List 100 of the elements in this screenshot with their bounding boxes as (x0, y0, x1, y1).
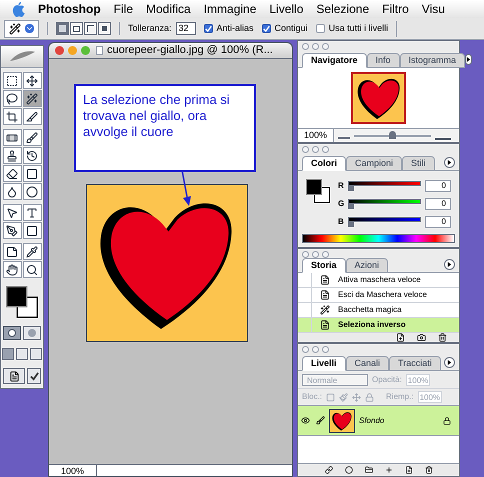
new-layer-icon[interactable] (404, 466, 412, 474)
square-icon (26, 168, 38, 180)
menu-item[interactable]: Photoshop (38, 0, 101, 18)
zoom-level: 100% (298, 128, 334, 142)
brush-icon (316, 416, 325, 425)
jump-to-button[interactable] (3, 368, 25, 384)
panel-tab[interactable]: Storia (302, 258, 346, 273)
menu-item[interactable]: Livello (269, 0, 304, 18)
zoom-tool-button[interactable] (22, 261, 42, 278)
channel-value-field[interactable]: 0 (425, 198, 451, 210)
tolerance-field[interactable]: 32 (176, 22, 196, 35)
crop-icon (6, 110, 18, 122)
panel-menu-icon[interactable] (444, 259, 455, 270)
checkbox[interactable]: Anti-alias (204, 22, 254, 36)
link-icon[interactable] (324, 466, 332, 474)
select-tool-button[interactable] (2, 204, 22, 221)
folder-icon[interactable] (364, 466, 372, 474)
menu-item[interactable]: Immagine (204, 0, 256, 18)
blur-tool-button[interactable] (2, 183, 22, 200)
window-title: cuorepeer-giallo.jpg @ 100% (R... (107, 43, 273, 58)
panel-tab[interactable]: Stili (402, 156, 435, 171)
checkbox[interactable]: Contigui (262, 22, 308, 36)
screen-mode-button[interactable] (16, 348, 28, 360)
color-swatch-drawing[interactable] (6, 286, 38, 318)
move-tool-button[interactable] (22, 72, 42, 89)
wand-tool-button[interactable] (22, 90, 42, 107)
panel-menu-icon[interactable] (465, 54, 472, 65)
new-document-icon[interactable] (396, 333, 405, 342)
channel-value-field[interactable]: 0 (425, 216, 451, 228)
screen-mode-button[interactable] (30, 348, 42, 360)
lock-label: Bloc.: (302, 391, 322, 403)
tool-preset-picker[interactable] (4, 20, 39, 38)
history-item[interactable]: Seleziona inverso (298, 318, 459, 333)
checkbox[interactable]: Usa tutti i livelli (316, 22, 388, 36)
eyedropper-tool-button[interactable] (22, 243, 42, 260)
selection-mode-button[interactable] (84, 22, 97, 35)
menu-item[interactable]: Modifica (146, 0, 191, 18)
pen-icon (6, 224, 18, 236)
callout-note: La selezione che prima si trovava nel giallo, ora avvolge il cuore (74, 84, 256, 172)
gradient-tool-button[interactable] (22, 165, 42, 182)
menu-item[interactable]: Selezione (316, 0, 370, 18)
notes-tool-button[interactable] (2, 243, 22, 260)
history-item[interactable]: Bacchetta magica (298, 303, 459, 318)
brush-tool-button[interactable] (22, 129, 42, 146)
type-tool-button[interactable] (22, 204, 42, 221)
heal-tool-button[interactable] (2, 129, 22, 146)
caret-icon (25, 24, 34, 33)
selection-mode-button[interactable] (98, 22, 111, 35)
droplet-icon (6, 186, 18, 198)
channel-slider[interactable] (348, 198, 421, 210)
color-swatch-drawing[interactable] (306, 179, 330, 203)
checkmark-icon (204, 24, 212, 32)
panel-menu-icon[interactable] (444, 157, 455, 168)
stamp-tool-button[interactable] (2, 147, 22, 164)
eraser-tool-button[interactable] (2, 165, 22, 182)
pen-tool-button[interactable] (2, 222, 22, 239)
channel-value-field[interactable]: 0 (425, 180, 451, 192)
dashed-square-icon (6, 74, 18, 86)
panel-tab[interactable]: Info (366, 53, 400, 68)
history-tool-button[interactable] (22, 147, 42, 164)
panel-tab[interactable]: Azioni (346, 258, 388, 273)
slice-tool-button[interactable] (22, 108, 42, 125)
standard-mode-button[interactable] (3, 326, 21, 340)
spectrum-bar[interactable] (302, 234, 455, 243)
checkmark-icon (30, 372, 38, 380)
channel-slider[interactable] (348, 216, 421, 228)
quick-mask-button[interactable] (23, 326, 41, 340)
menu-item[interactable]: Filtro (382, 0, 409, 18)
channel-slider[interactable] (348, 180, 421, 192)
square-icon (26, 224, 38, 236)
wand-icon (9, 22, 21, 34)
crop-tool-button[interactable] (2, 108, 22, 125)
document-icon (320, 290, 330, 300)
trash-icon[interactable] (438, 333, 447, 342)
trash-icon[interactable] (424, 466, 432, 474)
menu-item[interactable]: File (114, 0, 133, 18)
panel-menu-icon[interactable] (444, 357, 455, 368)
shape-tool-button[interactable] (22, 222, 42, 239)
panel-tab[interactable]: Navigatore (302, 53, 367, 68)
hand-tool-button[interactable] (2, 261, 22, 278)
apple-logo-icon[interactable] (12, 2, 25, 16)
history-icon (26, 150, 38, 162)
dodge-tool-button[interactable] (22, 183, 42, 200)
feather-icon (8, 50, 36, 63)
history-item[interactable]: Esci da Maschera veloce (298, 288, 459, 303)
checkmark-button[interactable] (27, 368, 41, 384)
type-icon (26, 206, 38, 218)
search-icon (26, 264, 38, 276)
close-icon[interactable] (55, 46, 64, 55)
selection-mode-button[interactable] (56, 22, 69, 35)
panel-tab[interactable]: Campioni (346, 156, 402, 171)
history-item[interactable]: Attiva maschera veloce (298, 273, 459, 288)
selection-mode-button[interactable] (70, 22, 83, 35)
panel-tab[interactable]: Istogramma (400, 53, 466, 68)
channel-label: G (338, 198, 344, 210)
camera-icon[interactable] (417, 333, 426, 342)
marquee-tool-button[interactable] (2, 72, 22, 89)
panel-tab[interactable]: Colori (302, 156, 346, 171)
lasso-tool-button[interactable] (2, 90, 22, 107)
menu-item[interactable]: Visu (422, 0, 445, 18)
